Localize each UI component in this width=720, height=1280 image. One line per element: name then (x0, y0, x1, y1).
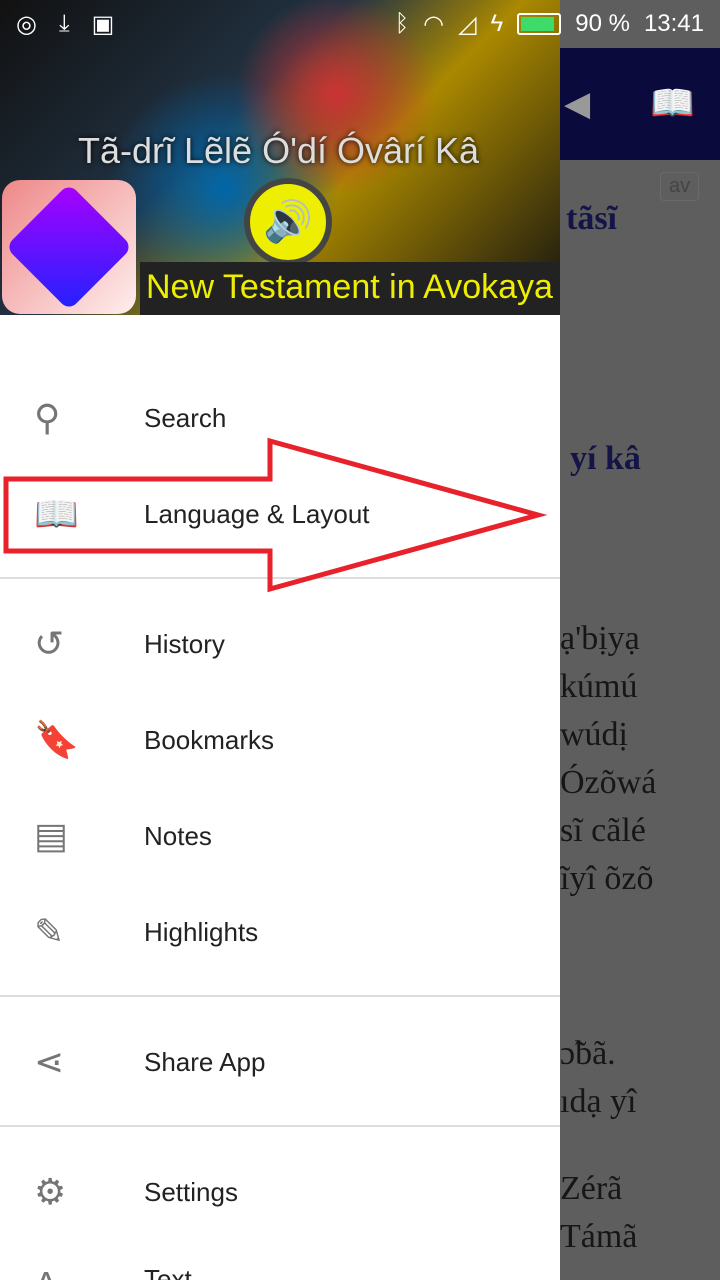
book-icon[interactable]: 📖 (650, 82, 695, 124)
gear-icon: ⚙ (34, 1171, 67, 1212)
android-icon: ▣ (91, 10, 115, 38)
navigation-drawer: Tã-drĩ Lẽlẽ Ó'dí Óvârí Kâ 🔊 New Testamen… (0, 0, 560, 1280)
chapter-text: av tãsĩ yí kâ ạ'bịyạ kúmú wúdị Ózõwá sĩ … (560, 160, 720, 1280)
text-line: ɔ̃bã. (560, 1035, 616, 1072)
menu-item-bookmarks[interactable]: 🔖 Bookmarks (0, 692, 560, 788)
menu-label: Notes (144, 820, 212, 851)
history-icon: ↺ (34, 623, 65, 664)
annotation-arrow (3, 437, 548, 593)
menu-label: Bookmarks (144, 724, 275, 755)
bookmark-icon: 🔖 (34, 719, 79, 760)
menu-item-history[interactable]: ↺ History (0, 596, 560, 692)
pencil-icon: ✎ (34, 911, 65, 952)
speaker-icon: 🔊 (244, 178, 332, 266)
charging-icon: ϟ (490, 10, 504, 37)
status-bar: ◎ ⤓ ▣ ᛒ ◠ ◿ ϟ 90 % 13:41 (0, 0, 720, 48)
share-icon: ⋖ (34, 1041, 65, 1082)
menu-item-text[interactable]: AText (0, 1240, 560, 1280)
text-line: Ózõwá (560, 764, 657, 801)
note-icon: ▤ (34, 815, 69, 856)
menu-item-settings[interactable]: ⚙ Settings (0, 1144, 560, 1240)
text-line: sĩ cãlé (560, 812, 646, 849)
menu-label: Search (144, 402, 227, 433)
menu-item-highlights[interactable]: ✎ Highlights (0, 884, 560, 980)
battery-percent: 90 % (575, 10, 630, 37)
app-logo (2, 180, 136, 314)
text-line: Zérã (560, 1170, 623, 1207)
menu-label: Share App (144, 1046, 266, 1077)
divider (0, 1125, 560, 1127)
battery-icon (517, 13, 562, 35)
menu-label: Text (144, 1264, 192, 1280)
app-bar: ◀ 📖 (560, 48, 720, 160)
menu-item-share-app[interactable]: ⋖ Share App (0, 1014, 560, 1110)
audio-icon[interactable]: ◀ (564, 84, 590, 124)
menu-label: Settings (144, 1176, 238, 1207)
search-icon: ⚲ (34, 397, 61, 438)
text-line: Támã (560, 1218, 638, 1255)
banner-subtitle: New Testament in Avokaya (140, 262, 560, 315)
banner-title: Tã-drĩ Lẽlẽ Ó'dí Óvârí Kâ (78, 130, 480, 171)
text-line: ạ'bịyạ (560, 620, 640, 657)
bluetooth-icon: ᛒ (394, 10, 410, 37)
text-line: ĩyî õzõ (560, 860, 654, 897)
text-line: kúmú (560, 668, 638, 705)
signal-icon: ◿ (458, 10, 477, 38)
app-notification-icon: ◎ (16, 10, 37, 38)
download-icon: ⤓ (58, 10, 70, 37)
text-line: ıdạ yî (560, 1083, 637, 1120)
clock: 13:41 (643, 10, 704, 37)
menu-label: Highlights (144, 916, 259, 947)
divider (0, 995, 560, 997)
text-icon: A (0, 1264, 144, 1280)
text-line: wúdị (560, 716, 628, 753)
language-badge[interactable]: av (660, 172, 700, 201)
menu-label: History (144, 628, 225, 659)
menu-item-notes[interactable]: ▤ Notes (0, 788, 560, 884)
wifi-icon: ◠ (423, 10, 445, 38)
heading-fragment: yí kâ (570, 440, 641, 477)
heading-fragment: tãsĩ (566, 200, 617, 237)
